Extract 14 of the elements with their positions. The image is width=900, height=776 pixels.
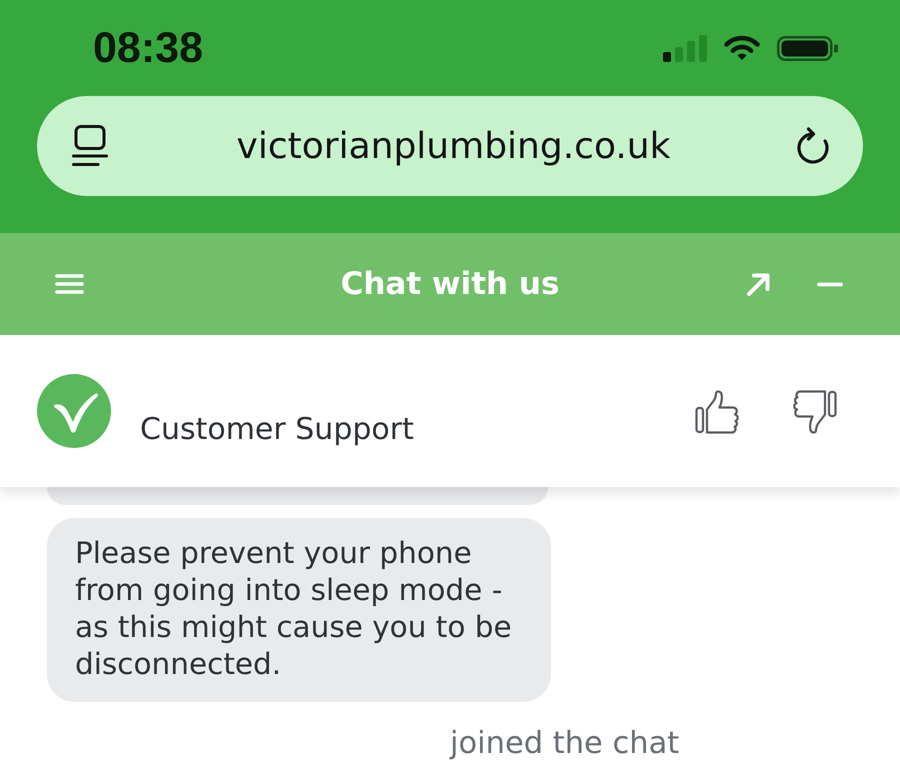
chat-event-text: joined the chat	[450, 726, 680, 761]
chat-title: Chat with us	[340, 266, 560, 302]
battery-icon	[777, 36, 838, 60]
signal-icon	[663, 34, 707, 62]
thumbs-down-icon[interactable]	[792, 390, 837, 434]
reload-icon[interactable]	[795, 127, 831, 165]
thumbs-up-icon[interactable]	[695, 390, 740, 434]
agent-name: Customer Support	[140, 413, 414, 447]
page-menu-icon[interactable]	[72, 125, 108, 167]
check-avatar-icon	[37, 374, 111, 448]
message-bubble: Please prevent your phone from going into sleep mode - as this might cause you to be disconnected.	[47, 518, 551, 702]
address-bar[interactable]: victorianplumbing.co.uk	[37, 96, 863, 196]
status-time: 08:38	[93, 24, 203, 72]
wifi-icon	[723, 35, 761, 61]
